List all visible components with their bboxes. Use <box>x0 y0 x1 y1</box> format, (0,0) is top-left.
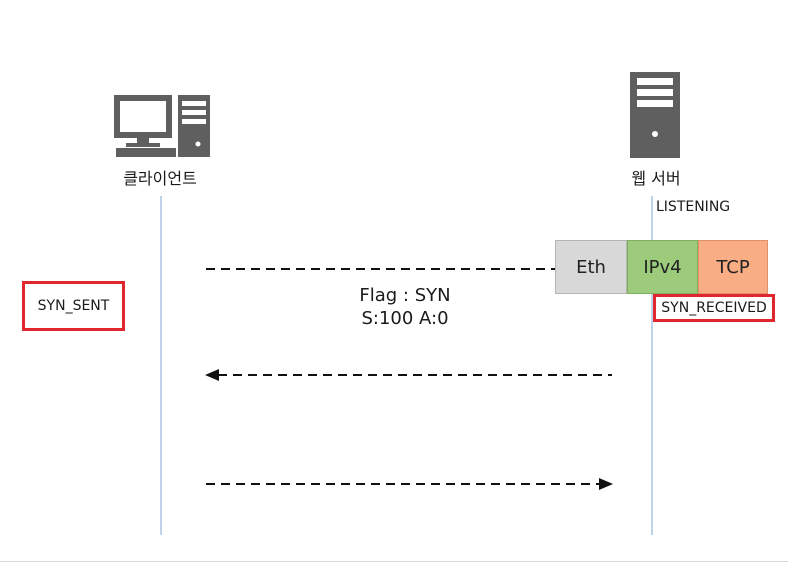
arrow-ack-head <box>599 478 613 490</box>
arrow-syn-ack-head <box>205 369 219 381</box>
web-server-icon <box>630 72 680 158</box>
tcp-handshake-diagram: 클라이언트 웹 서버 LISTENING Eth IPv4 TCP Flag :… <box>0 0 788 564</box>
syn-seq-ack-text: S:100 A:0 <box>361 308 449 329</box>
client-label: 클라이언트 <box>123 169 197 188</box>
bottom-divider <box>0 561 788 562</box>
server-label: 웹 서버 <box>631 169 681 188</box>
syn-flag-text: Flag : SYN <box>359 285 451 306</box>
eth-header-block: Eth <box>555 240 627 294</box>
tcp-header-block: TCP <box>698 240 768 294</box>
client-state-box: SYN_SENT <box>22 281 125 331</box>
client-computer-icon <box>114 95 210 157</box>
syn-message-label: Flag : SYN S:100 A:0 <box>300 284 510 330</box>
server-state-box: SYN_RECEIVED <box>653 294 775 322</box>
ipv4-header-block: IPv4 <box>627 240 698 294</box>
listening-state: LISTENING <box>656 199 731 215</box>
